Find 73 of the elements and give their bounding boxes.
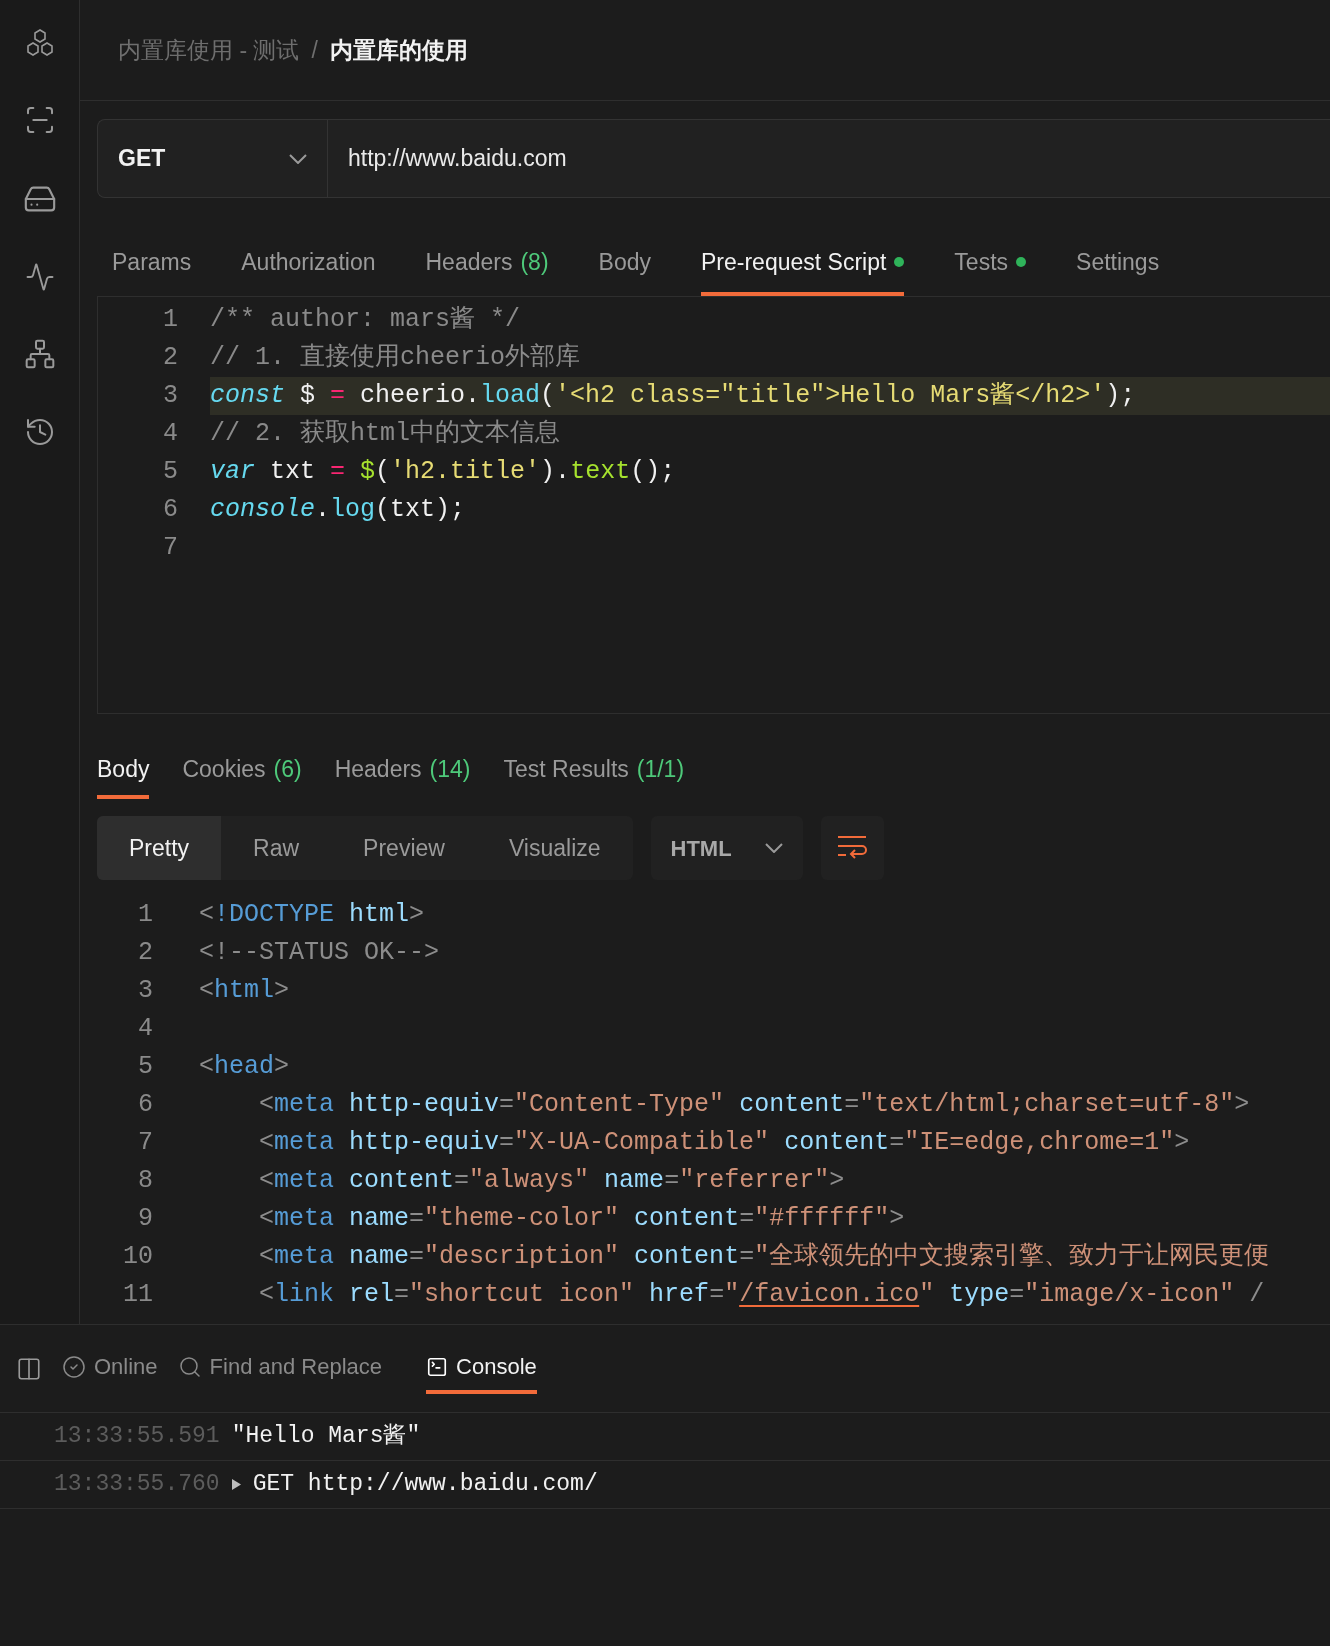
breadcrumb-current: 内置库的使用 [329,35,468,65]
line-number: 3 [162,380,178,413]
pulse-icon[interactable] [24,262,55,292]
line-number: 5 [162,456,178,489]
check-circle-icon [62,1354,86,1379]
line-number: 10 [122,1241,153,1274]
line-number: 7 [162,532,178,565]
language-dropdown[interactable]: HTML [650,816,803,880]
line-number: 9 [137,1203,153,1236]
code-line: <!--STATUS OK--> [199,937,440,970]
breadcrumb-separator: / [311,35,318,65]
code-line: const $ = cheerio.load('<h2 class="title">Hello Mars酱</h2>'); [210,380,1136,413]
code-line: <meta http-equiv="Content-Type" content="text/html;charset=utf-8"> [258,1089,1250,1122]
code-line: // 2. 获取html中的文本信息 [210,418,561,451]
line-number: 7 [137,1127,153,1160]
code-line: <meta name="description" content="全球领先的中文搜索引擎、致力于让网民更便 [258,1241,1270,1274]
line-number: 4 [137,1013,153,1046]
line-number: 6 [162,494,178,527]
line-number: 6 [137,1089,153,1122]
status-bar-button[interactable]: Console [426,1343,537,1394]
code-line: <meta name="theme-color" content="#ffffff"> [258,1203,905,1236]
request-tab[interactable]: Authorization [241,232,376,296]
code-line: // 1. 直接使用cheerio外部库 [210,342,581,375]
code-line: /** author: mars酱 */ [210,304,521,337]
tab-count: (8) [520,247,549,277]
log-message: GET http://www.baidu.com/ [252,1470,598,1500]
line-number: 5 [137,1051,153,1084]
status-bar-button[interactable]: Online [62,1343,158,1394]
tab-count: (14) [429,754,471,784]
request-tab[interactable]: Pre-request Script [701,232,905,296]
log-timestamp: 13:33:55.760 [54,1470,220,1500]
response-tab[interactable]: Body [97,743,150,799]
line-number: 2 [137,937,153,970]
status-bar-button[interactable]: Find and Replace [177,1343,383,1394]
view-mode-tab[interactable]: Pretty [97,816,222,880]
request-tab[interactable]: Tests [954,232,1027,296]
code-line: <head> [199,1051,290,1084]
line-number: 8 [137,1165,153,1198]
wrap-lines-button[interactable] [820,816,884,880]
view-mode-tab[interactable]: Raw [221,816,332,880]
log-timestamp: 13:33:55.591 [54,1422,220,1452]
tab-count: (6) [273,754,302,784]
expand-caret-icon[interactable] [231,1479,241,1490]
chevron-down-icon [764,843,783,853]
line-number: 2 [162,342,178,375]
response-tab[interactable]: Headers (14) [334,743,471,799]
search-icon [177,1354,202,1379]
line-number: 4 [162,418,178,451]
line-number: 1 [137,899,153,932]
request-tab[interactable]: Params [112,232,192,296]
view-mode-tab[interactable]: Preview [331,816,477,880]
terminal-icon [426,1355,449,1378]
code-line: <meta http-equiv="X-UA-Compatible" content="IE=edge,chrome=1"> [258,1127,1190,1160]
code-line: <meta content="always" name="referrer"> [258,1165,845,1198]
code-line: <link rel="shortcut icon" href="/favicon.ico" type="image/x-icon" / [258,1279,1265,1312]
request-tab[interactable]: Body [598,232,651,296]
line-number: 11 [122,1279,153,1312]
code-line: <html> [199,975,290,1008]
view-mode-tab[interactable]: Visualize [476,816,633,880]
sidebar-toggle-icon[interactable] [16,1355,42,1382]
hexagons-icon[interactable] [24,28,55,58]
request-tab[interactable]: Headers (8) [425,232,549,296]
code-line: var txt = $('h2.title').text(); [210,456,676,489]
flow-icon[interactable] [23,338,56,370]
line-number: 3 [137,975,153,1008]
response-tab[interactable]: Test Results (1/1) [503,743,685,799]
code-line: console.log(txt); [210,494,466,527]
log-message: "Hello Mars酱" [231,1422,421,1452]
tab-count: (1/1) [636,754,685,784]
response-tab[interactable]: Cookies (6) [182,743,302,799]
request-tab[interactable]: Settings [1076,232,1160,296]
code-line: <!DOCTYPE html> [199,899,425,932]
line-number: 1 [162,304,178,337]
